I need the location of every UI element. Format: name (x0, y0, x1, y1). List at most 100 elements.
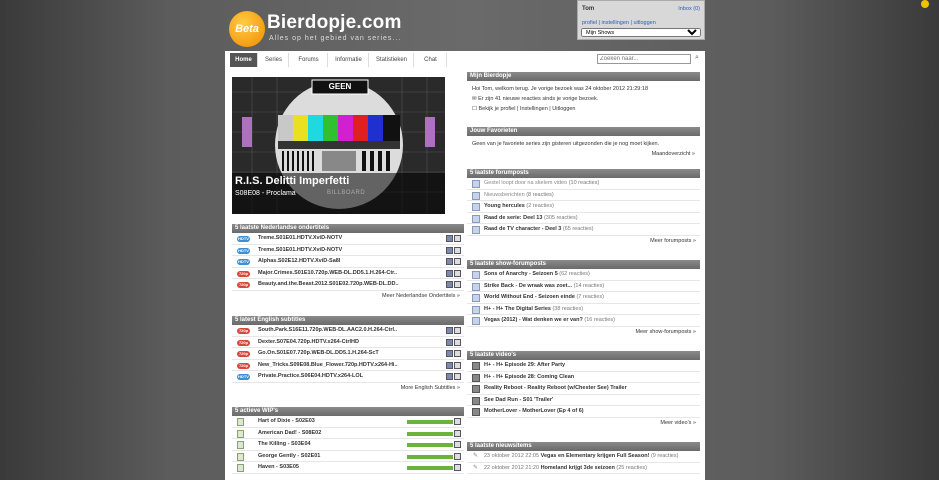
notification-icon[interactable] (921, 0, 929, 8)
wip-title[interactable]: Hart of Dixie - S02E03 (258, 416, 315, 427)
table-row[interactable]: Haven - S03E05 (232, 462, 464, 474)
table-row[interactable]: American Dad! - S08E02 (232, 428, 464, 439)
download-icon[interactable] (446, 258, 462, 265)
list-item[interactable]: Sons of Anarchy - Seizoen 5 (62 reacties… (467, 269, 700, 281)
download-icon[interactable] (446, 350, 462, 357)
search-input[interactable] (597, 54, 691, 64)
more-show-forumposts-link[interactable]: Meer show-forumposts » (467, 327, 700, 337)
tab-series[interactable]: Series (259, 53, 289, 67)
table-row[interactable]: 720p Go.On.S01E07.720p.WEB-DL.DD5.1.H.264… (232, 348, 464, 360)
video-title[interactable]: H+ - H+ Episode 28: Coming Clean (484, 374, 574, 380)
more-videos-link[interactable]: Meer video's » (467, 418, 700, 428)
shows-select[interactable]: Mijn Shows (581, 28, 701, 37)
forum-title[interactable]: Strike Back - De wraak was zoet... (484, 283, 572, 289)
table-row[interactable]: 720p South.Park.S16E11.720p.WEB-DL.AAC2.0… (232, 325, 464, 337)
list-item[interactable]: Gestel loopt door na skelem video (10 re… (467, 178, 700, 190)
table-row[interactable]: The Killing - S03E04 (232, 439, 464, 451)
table-row[interactable]: 720p New_Tricks.S09E08.Blue_Flower.720p.H… (232, 360, 464, 371)
download-icon[interactable] (446, 373, 462, 380)
search-icon[interactable]: ⌕ (695, 54, 703, 64)
subtitle-title[interactable]: Treme.S01E01.HDTV.XviD-NOTV (258, 233, 342, 244)
wip-title[interactable]: American Dad! - S08E02 (258, 428, 321, 439)
subtitle-title[interactable]: New_Tricks.S09E08.Blue_Flower.720p.HDTV.… (258, 360, 398, 371)
forum-title[interactable]: H+ - H+ The Digital Series (484, 306, 551, 312)
list-item[interactable]: MotherLover - MotherLover (Ep 4 of 6) (467, 406, 700, 418)
wip-title[interactable]: Haven - S03E05 (258, 462, 299, 473)
user-links[interactable]: profiel | instellingen | uitloggen (582, 20, 656, 26)
reply-icon[interactable] (454, 464, 462, 471)
subtitle-title[interactable]: Go.On.S01E07.720p.WEB-DL.DD5.1.H.264-ScT (258, 348, 379, 359)
reply-icon[interactable] (454, 441, 462, 448)
table-row[interactable]: 720p Dexter.S07E04.720p.HDTV.x264-CtrlHD (232, 337, 464, 348)
list-item[interactable]: ✎ 22 oktober 2012 21:20 Homeland krijgt 3… (467, 463, 700, 474)
download-icon[interactable] (446, 361, 462, 369)
subtitle-title[interactable]: Beauty.and.the.Beast.2012.S01E02.720p.WE… (258, 279, 399, 290)
maandoverzicht-link[interactable]: Maandoverzicht » (472, 149, 695, 159)
forum-title[interactable]: Raad de serie: Deel 13 (484, 215, 542, 221)
featured-show-image[interactable]: GEEN R.I.S. Delitti Imperfetti S08E08 - … (232, 77, 445, 214)
video-title[interactable]: Reality Reboot - Reality Reboot (w/Chest… (484, 385, 627, 391)
subtitle-title[interactable]: Private.Practice.S06E04.HDTV.x264-LOL (258, 371, 363, 382)
download-icon[interactable] (446, 269, 462, 277)
download-icon[interactable] (446, 327, 462, 334)
table-row[interactable]: Hart of Dixie - S02E03 (232, 416, 464, 428)
list-item[interactable]: H+ - H+ Episode 28: Coming Clean (467, 372, 700, 383)
list-item[interactable]: Raad de serie: Deel 13 (305 reacties) (467, 213, 700, 224)
subtitle-title[interactable]: Dexter.S07E04.720p.HDTV.x264-CtrlHD (258, 337, 359, 348)
table-row[interactable]: HDTV Alphas.S02E12.HDTV.XviD-Sa8l (232, 256, 464, 268)
inbox-link[interactable]: Inbox (0) (678, 6, 700, 12)
download-icon[interactable] (446, 281, 462, 288)
list-item[interactable]: World Without End - Seizoen einde (7 rea… (467, 292, 700, 304)
subtitle-title[interactable]: South.Park.S16E11.720p.WEB-DL.AAC2.0.H.2… (258, 325, 397, 336)
forum-title[interactable]: Vegas (2012) - Wat denken we er van? (484, 317, 583, 323)
table-row[interactable]: HDTV Treme.S01E01.HDTV.XviD-NOTV (232, 233, 464, 245)
forum-title[interactable]: Young hercules (484, 203, 525, 209)
account-links[interactable]: Bekijk je profiel | Instellingen | Uitlo… (478, 106, 575, 112)
table-row[interactable]: George Gently - S02E01 (232, 451, 464, 462)
table-row[interactable]: HDTV Treme.S01E01.HDTV.XviD-NOTV (232, 245, 464, 256)
wip-title[interactable]: The Killing - S03E04 (258, 439, 311, 450)
forum-title[interactable]: Raad de TV character - Deel 3 (484, 226, 561, 232)
more-forumposts-link[interactable]: Meer forumposts » (467, 236, 700, 246)
subtitle-title[interactable]: Major.Crimes.S01E10.720p.WEB-DL.DD5.1.H.… (258, 268, 397, 279)
list-item[interactable]: See Dad Run - S01 'Trailer' (467, 395, 700, 406)
news-title[interactable]: Vegas en Elementary krijgen Full Season! (541, 453, 650, 459)
download-icon[interactable] (446, 338, 462, 346)
video-title[interactable]: H+ - H+ Episode 29: After Party (484, 362, 565, 368)
reply-icon[interactable] (454, 452, 462, 460)
download-icon[interactable] (446, 246, 462, 254)
video-title[interactable]: MotherLover - MotherLover (Ep 4 of 6) (484, 408, 584, 414)
site-logo[interactable]: Beta Bierdopje.com Alles op het gebied v… (229, 9, 419, 49)
list-item[interactable]: Raad de TV character - Deel 3 (65 reacti… (467, 224, 700, 236)
list-item[interactable]: Young hercules (2 reacties) (467, 201, 700, 213)
forum-title[interactable]: World Without End - Seizoen einde (484, 294, 575, 300)
subtitle-title[interactable]: Treme.S01E01.HDTV.XviD-NOTV (258, 245, 342, 256)
list-item[interactable]: H+ - H+ Episode 29: After Party (467, 360, 700, 372)
list-item[interactable]: Strike Back - De wraak was zoet... (14 r… (467, 281, 700, 292)
list-item[interactable]: Nieuwsberichten (8 reacties) (467, 190, 700, 201)
new-reactions-link[interactable]: Er zijn 41 nieuwe reacties sinds je vori… (478, 96, 598, 102)
reply-icon[interactable] (454, 429, 462, 437)
news-title[interactable]: Homeland krijgt 3de seizoen (541, 465, 615, 471)
more-en-link[interactable]: More English Subtitles » (232, 383, 464, 393)
forum-title[interactable]: Sons of Anarchy - Seizoen 5 (484, 271, 558, 277)
more-nl-link[interactable]: Meer Nederlandse Ondertitels » (232, 291, 464, 301)
forum-title[interactable]: Nieuwsberichten (484, 192, 525, 198)
list-item[interactable]: ✎ 23 oktober 2012 22:05 Vegas en Elementa… (467, 451, 700, 463)
video-title[interactable]: See Dad Run - S01 'Trailer' (484, 397, 553, 403)
download-icon[interactable] (446, 235, 462, 242)
wip-title[interactable]: George Gently - S02E01 (258, 451, 320, 462)
table-row[interactable]: HDTV Private.Practice.S06E04.HDTV.x264-LO… (232, 371, 464, 383)
table-row[interactable]: 720p Beauty.and.the.Beast.2012.S01E02.720… (232, 279, 464, 291)
tab-forums[interactable]: Forums (290, 53, 328, 67)
tab-statistieken[interactable]: Statistieken (370, 53, 414, 67)
tab-home[interactable]: Home (230, 53, 258, 67)
list-item[interactable]: Vegas (2012) - Wat denken we er van? (16… (467, 315, 700, 327)
table-row[interactable]: 720p Major.Crimes.S01E10.720p.WEB-DL.DD5.… (232, 268, 464, 279)
tab-chat[interactable]: Chat (415, 53, 447, 67)
forum-title[interactable]: Gestel loopt door na skelem video (484, 180, 567, 186)
list-item[interactable]: Reality Reboot - Reality Reboot (w/Chest… (467, 383, 700, 395)
tab-informatie[interactable]: Informatie (329, 53, 369, 67)
subtitle-title[interactable]: Alphas.S02E12.HDTV.XviD-Sa8l (258, 256, 340, 267)
reply-icon[interactable] (454, 418, 462, 425)
